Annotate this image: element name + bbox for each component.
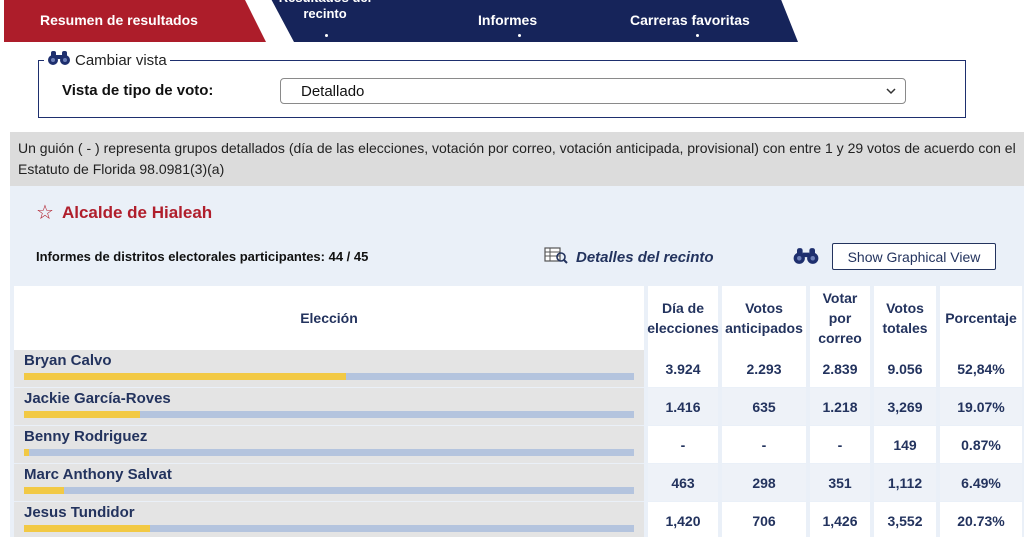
cell-porcentaje: 20.73% xyxy=(940,502,1022,537)
vote-share-fill xyxy=(24,525,151,532)
detalles-recinto-link[interactable]: Detalles del recinto xyxy=(544,246,714,268)
table-row: Marc Anthony Salvat 463 298 351 1,112 6.… xyxy=(14,464,1022,501)
cambiar-vista-legend: Cambiar vista xyxy=(44,50,170,70)
cell-correo: 1.218 xyxy=(810,388,870,425)
header-porcentaje: Porcentaje xyxy=(940,286,1022,350)
candidate-cell: Jackie García-Roves xyxy=(14,388,644,425)
cell-correo: 1,426 xyxy=(810,502,870,537)
cell-dia: 1,420 xyxy=(648,502,718,537)
cell-dia: 3.924 xyxy=(648,350,718,387)
header-dia-text: Día de elecciones xyxy=(647,300,719,336)
vote-share-fill xyxy=(24,449,30,456)
precinct-details-icon xyxy=(544,246,568,268)
cell-totales: 149 xyxy=(874,426,936,463)
tab-favoritas[interactable]: Carreras favoritas xyxy=(630,12,750,28)
tab-resumen[interactable]: Resumen de resultados xyxy=(40,12,198,28)
binoculars-icon xyxy=(47,50,71,70)
header-anticipados: Votos anticipados xyxy=(722,286,806,350)
tab-indicator-dot xyxy=(518,34,521,37)
detalles-recinto-text: Detalles del recinto xyxy=(576,248,714,266)
header-totales: Votos totales xyxy=(874,286,936,350)
cell-correo: - xyxy=(810,426,870,463)
nota-guion: Un guión ( - ) representa grupos detalla… xyxy=(10,132,1024,186)
vista-tipo-voto-select[interactable]: Detallado xyxy=(280,78,906,104)
vista-selected-value: Detallado xyxy=(301,82,365,100)
vote-share-bar xyxy=(24,411,634,418)
tab-indicator-dot xyxy=(696,34,699,37)
cell-dia: - xyxy=(648,426,718,463)
cell-correo: 2.839 xyxy=(810,350,870,387)
cell-dia: 1.416 xyxy=(648,388,718,425)
header-totales-text: Votos totales xyxy=(882,300,928,336)
vote-share-bar xyxy=(24,487,634,494)
cell-porcentaje: 6.49% xyxy=(940,464,1022,501)
race-title-text: Alcalde de Hialeah xyxy=(61,202,213,222)
tab-recinto[interactable]: Resultados del recinto xyxy=(240,0,410,30)
header-correo-text: Votar por correo xyxy=(818,290,862,346)
cell-dia: 463 xyxy=(648,464,718,501)
cell-correo: 351 xyxy=(810,464,870,501)
race-title[interactable]: ☆ Alcalde de Hialeah xyxy=(36,200,212,225)
cell-anticipados: 706 xyxy=(722,502,806,537)
header-correo: Votar por correo xyxy=(810,286,870,350)
candidate-name: Benny Rodriguez xyxy=(24,428,148,445)
cell-anticipados: 635 xyxy=(722,388,806,425)
table-row: Benny Rodriguez - - - 149 0.87% xyxy=(14,426,1022,463)
vote-share-bar xyxy=(24,373,634,380)
cell-totales: 9.056 xyxy=(874,350,936,387)
candidate-cell: Jesus Tundidor xyxy=(14,502,644,537)
table-row: Jackie García-Roves 1.416 635 1.218 3,26… xyxy=(14,388,1022,425)
vista-tipo-voto-label: Vista de tipo de voto: xyxy=(62,82,214,99)
cambiar-vista-label: Cambiar vista xyxy=(75,51,167,69)
candidate-cell: Bryan Calvo xyxy=(14,350,644,387)
cell-totales: 1,112 xyxy=(874,464,936,501)
tab-indicator-dot xyxy=(325,34,328,37)
table-row: Bryan Calvo 3.924 2.293 2.839 9.056 52,8… xyxy=(14,350,1022,387)
cell-anticipados: 2.293 xyxy=(722,350,806,387)
candidate-cell: Benny Rodriguez xyxy=(14,426,644,463)
candidate-name: Jackie García-Roves xyxy=(24,390,171,407)
vote-share-fill xyxy=(24,373,347,380)
cell-porcentaje: 19.07% xyxy=(940,388,1022,425)
candidate-name: Jesus Tundidor xyxy=(24,504,135,521)
header-anticipados-text: Votos anticipados xyxy=(725,300,803,336)
cell-porcentaje: 0.87% xyxy=(940,426,1022,463)
star-icon[interactable]: ☆ xyxy=(36,200,54,225)
vote-share-fill xyxy=(24,487,64,494)
candidate-name: Marc Anthony Salvat xyxy=(24,466,172,483)
header-eleccion: Elección xyxy=(14,286,644,350)
cell-anticipados: - xyxy=(722,426,806,463)
binoculars-icon xyxy=(792,247,820,270)
chevron-down-icon xyxy=(885,85,897,100)
header-dia: Día de elecciones xyxy=(647,286,719,350)
show-graphical-view-button[interactable]: Show Graphical View xyxy=(832,243,996,270)
table-row: Jesus Tundidor 1,420 706 1,426 3,552 20.… xyxy=(14,502,1022,537)
top-tab-bar: Resumen de resultados Resultados del rec… xyxy=(0,0,1024,42)
header-porcentaje-text: Porcentaje xyxy=(945,310,1017,326)
cell-anticipados: 298 xyxy=(722,464,806,501)
vote-share-fill xyxy=(24,411,141,418)
cell-totales: 3,552 xyxy=(874,502,936,537)
candidate-name: Bryan Calvo xyxy=(24,352,112,369)
vote-share-bar xyxy=(24,525,634,532)
informes-distritos: Informes de distritos electorales partic… xyxy=(36,249,369,264)
cell-porcentaje: 52,84% xyxy=(940,350,1022,387)
tab-informes[interactable]: Informes xyxy=(478,12,537,28)
vote-share-bar xyxy=(24,449,634,456)
cell-totales: 3,269 xyxy=(874,388,936,425)
candidate-cell: Marc Anthony Salvat xyxy=(14,464,644,501)
